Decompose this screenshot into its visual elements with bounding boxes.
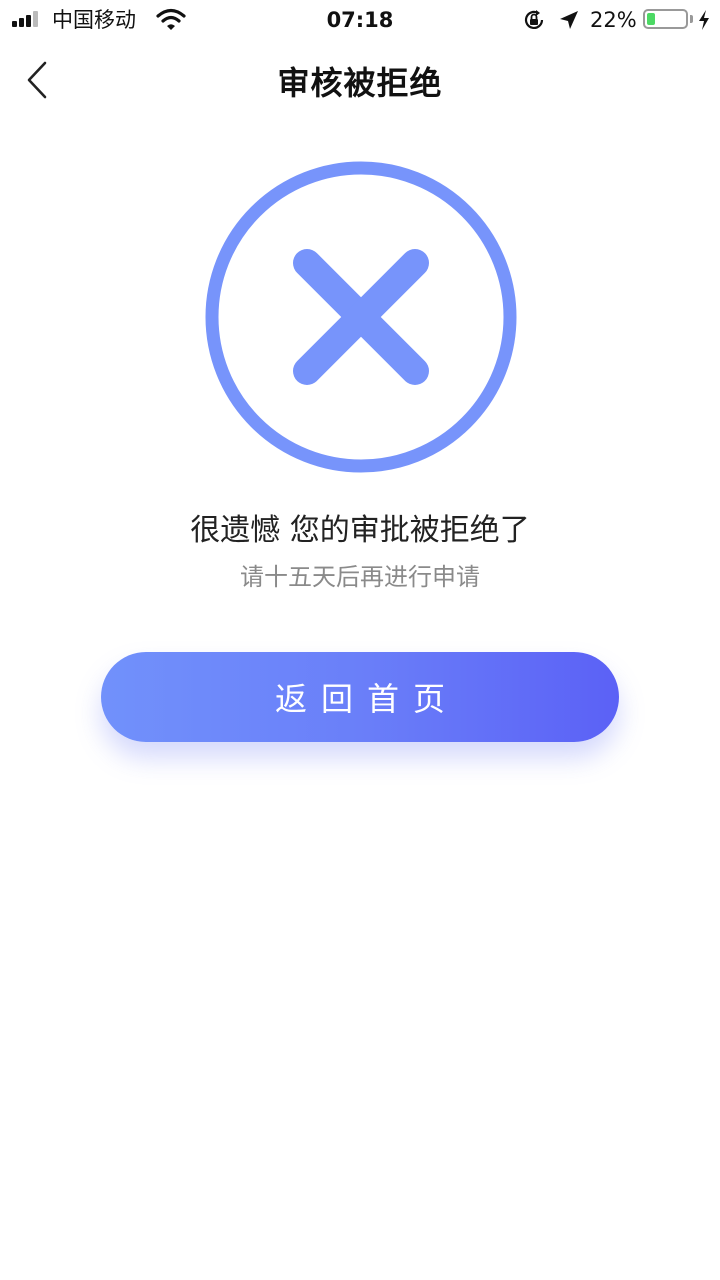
page-title: 审核被拒绝	[277, 64, 443, 102]
battery-level	[647, 13, 655, 25]
result-hint: 请十五天后再进行申请	[240, 563, 480, 591]
orientation-lock-icon	[524, 10, 544, 29]
status-bar: 中国移动 07:18 22%	[0, 0, 720, 40]
location-icon	[560, 11, 578, 29]
back-to-home-button[interactable]: 返回首页	[101, 652, 619, 742]
battery-tip	[690, 15, 693, 23]
battery-icon	[643, 9, 688, 29]
battery-percent: 22%	[590, 8, 637, 32]
charging-icon	[699, 10, 709, 30]
reject-circle-x-icon	[205, 161, 517, 473]
nav-bar: 审核被拒绝	[0, 40, 720, 124]
result-message: 很遗憾 您的审批被拒绝了	[190, 513, 530, 548]
